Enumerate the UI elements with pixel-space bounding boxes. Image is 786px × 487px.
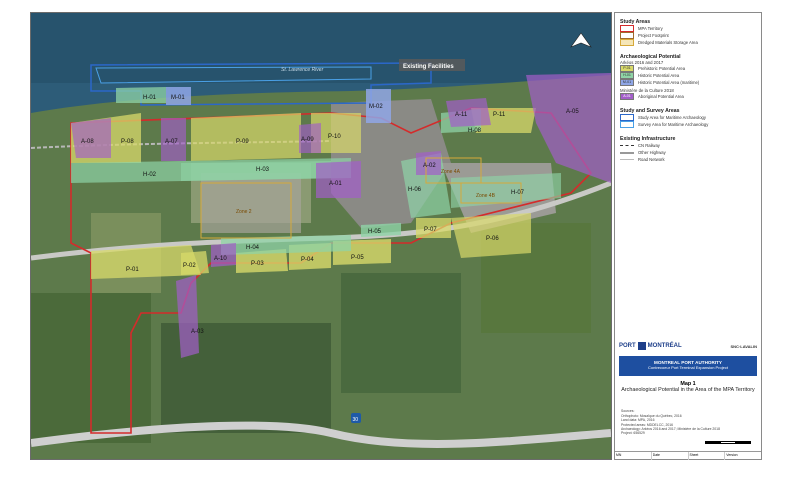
legend-item-road: Road Network	[620, 156, 756, 163]
label-zone4a: Zone 4A	[441, 169, 461, 175]
label-p09: P-09	[236, 139, 249, 145]
legend-item-highway: Other Highway	[620, 149, 756, 156]
label-a02: A-02	[423, 163, 436, 169]
legend-item-mpa: MPA Territory	[620, 25, 756, 32]
legend-item-maritime-study: Study Area for Maritime Archaeology	[620, 114, 756, 121]
label-zone4b: Zone 4B	[476, 193, 496, 199]
label-h05: H-05	[368, 229, 382, 235]
label-p06: P-06	[486, 236, 499, 242]
zone-a10	[211, 243, 236, 267]
legend-item-maritime-survey: Survey Area for Maritime Archaeology	[620, 121, 756, 128]
map-title-block: Map 1 Archaeological Potential in the Ar…	[621, 381, 755, 393]
label-p10: P-10	[328, 134, 341, 140]
legend-item-maritime: M-01 Historic Potential Area (maritime)	[620, 79, 756, 86]
existing-facilities-label: Existing Facilities	[403, 64, 454, 70]
label-a05: A-05	[566, 109, 579, 115]
label-a08: A-08	[81, 139, 94, 145]
label-a03: A-03	[191, 329, 204, 335]
label-h03: H-03	[256, 167, 270, 173]
label-p03: P-03	[251, 261, 264, 267]
snc-lavalin-logo: SNC·LAVALIN	[730, 343, 757, 349]
label-m01: M-01	[171, 95, 185, 101]
label-h08: H-08	[468, 128, 482, 134]
map-frame: H-01 M-01 A-08 P-08 A-07 P-09 A-09 P-10 …	[30, 12, 612, 460]
label-a09: A-09	[301, 137, 314, 143]
label-p11: P-11	[493, 112, 506, 118]
title-banner: MONTREAL PORT AUTHORITY Contrecoeur Port…	[619, 356, 757, 376]
legend-item-footprint: Project Footprint	[620, 32, 756, 39]
zone-a11	[446, 98, 491, 127]
label-a01: A-01	[329, 181, 342, 187]
legend-panel: Study Areas MPA Territory Project Footpr…	[614, 12, 762, 460]
map-canvas: H-01 M-01 A-08 P-08 A-07 P-09 A-09 P-10 …	[31, 13, 611, 459]
legend-item-prehistoric: P-01 Prehistoric Potential Area	[620, 65, 756, 72]
label-p04: P-04	[301, 257, 314, 263]
legend-item-historic: H-01 Historic Potential Area	[620, 72, 756, 79]
label-p05: P-05	[351, 255, 364, 261]
label-h06: H-06	[408, 187, 422, 193]
label-a10: A-10	[214, 256, 227, 262]
project-number: Project: 656529	[621, 431, 645, 435]
legend-item-aboriginal: A-01 Aboriginal Potential Area	[620, 93, 756, 100]
legend-item-dredged: Dredged Materials Storage Area	[620, 39, 756, 46]
label-p07: P-07	[424, 227, 437, 233]
legend-item-railway: CN Railway	[620, 142, 756, 149]
label-p02: P-02	[183, 263, 196, 269]
highway-number: 30	[353, 417, 359, 423]
port-montreal-logo: PORT MONTRÉAL	[619, 342, 682, 350]
zone-a01	[316, 161, 361, 198]
zone-p09	[191, 113, 301, 161]
footer-grid: MN Date Sheet Version	[615, 451, 761, 460]
scale-bar	[705, 441, 752, 444]
label-m02: M-02	[369, 104, 383, 110]
label-zone2: Zone 2	[236, 209, 252, 215]
label-h01: H-01	[143, 95, 157, 101]
label-h04: H-04	[246, 245, 260, 251]
logo-row: PORT MONTRÉAL SNC·LAVALIN	[619, 338, 757, 354]
label-a11: A-11	[455, 112, 468, 118]
label-a07: A-07	[165, 139, 178, 145]
label-h07: H-07	[511, 190, 525, 196]
water-label: St. Lawrence River	[281, 67, 324, 73]
zone-h01	[116, 87, 166, 103]
label-p08: P-08	[121, 139, 134, 145]
port-logo-mark-icon	[637, 342, 646, 350]
map-sheet: H-01 M-01 A-08 P-08 A-07 P-09 A-09 P-10 …	[0, 0, 786, 487]
label-p01: P-01	[126, 267, 139, 273]
sources-block: Sources: Orthophoto: Mosaïque du Québec,…	[621, 409, 720, 432]
zone-a08	[71, 118, 111, 158]
label-h02: H-02	[143, 172, 157, 178]
